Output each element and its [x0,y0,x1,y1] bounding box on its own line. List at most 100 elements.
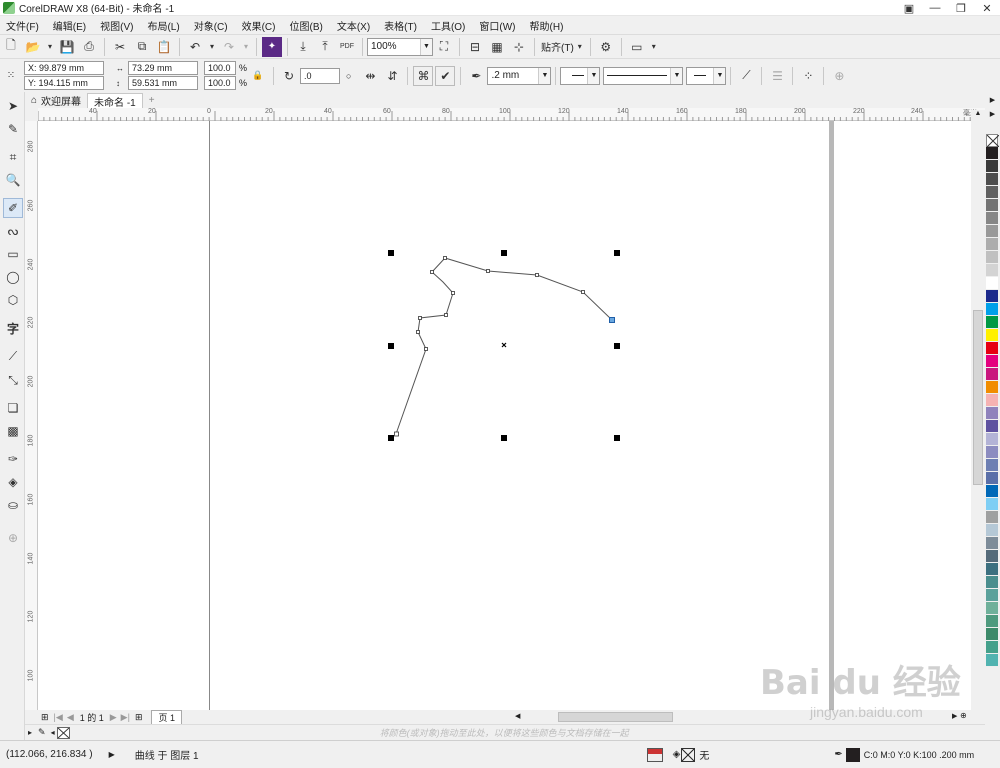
page-tab[interactable]: 页 1 [151,710,182,725]
snap-dropdown-icon[interactable]: ▾ [575,37,585,57]
menu-text[interactable]: 文本(X) [337,18,370,33]
outline-width-combo[interactable]: .2 mm ▼ [487,66,552,85]
curve-node[interactable] [451,291,455,295]
curve-node[interactable] [416,330,420,334]
palette-swatch[interactable] [986,368,998,381]
curve-node[interactable] [444,313,448,317]
palette-swatch[interactable] [986,264,998,277]
palette-swatch[interactable] [986,602,998,615]
add-page-before-icon[interactable]: ⊞ [41,712,49,723]
menu-file[interactable]: 文件(F) [6,18,39,33]
end-arrowhead-combo[interactable]: ▼ [686,66,727,85]
palette-swatch[interactable] [986,420,998,433]
menu-table[interactable]: 表格(T) [384,18,417,33]
y-position-field[interactable]: Y: 194.115 mm [24,76,104,90]
close-curve-icon[interactable]: ⟋ [736,66,756,86]
color-proof-icon[interactable] [646,747,663,762]
palette-swatch[interactable] [986,394,998,407]
selection-handle[interactable] [501,250,507,256]
expand-arrow-icon[interactable]: ▸ [28,728,32,737]
eyedropper-tool-icon[interactable]: ✑ [3,449,23,469]
scrollbar-thumb[interactable] [558,712,673,722]
open-icon[interactable]: 📂 [23,37,43,57]
menu-help[interactable]: 帮助(H) [530,18,564,33]
palette-swatch[interactable] [986,446,998,459]
add-page-after-icon[interactable]: ⊞ [135,712,143,723]
transparency-tool-icon[interactable]: ▩ [3,421,23,441]
palette-swatch[interactable] [986,316,998,329]
x-position-field[interactable]: X: 99.879 mm [24,61,104,75]
palette-swatch[interactable] [986,212,998,225]
object-origin-icon[interactable]: ⁙ [1,66,21,86]
rectangle-tool-icon[interactable]: ▭ [3,244,23,264]
new-document-icon[interactable]: 🗋 [1,37,21,57]
show-grid-icon[interactable]: ▦ [487,37,507,57]
smart-fill-tool-icon[interactable]: ⛀ [3,495,23,515]
rotate-icon[interactable]: ↻ [279,66,299,86]
palette-swatch[interactable] [986,589,998,602]
curve-node[interactable] [443,256,447,260]
scrollbar-thumb[interactable] [973,310,983,485]
curve-node[interactable] [430,270,434,274]
scale-y-field[interactable]: 100.0 [204,76,236,90]
palette-swatch[interactable] [986,160,998,173]
palette-swatch[interactable] [986,251,998,264]
maximize-button[interactable]: ❐ [948,0,974,16]
dropdown-arrow-icon[interactable]: ◂ [51,728,55,737]
menu-bitmaps[interactable]: 位图(B) [289,18,322,33]
palette-swatch[interactable] [986,147,998,160]
selection-handle[interactable] [388,250,394,256]
connector-tool-icon[interactable]: ⤡ [3,370,23,390]
artistic-media-tool-icon[interactable]: ᔓ [3,221,23,241]
palette-swatch[interactable] [986,459,998,472]
expand-right-icon[interactable]: ▶ [985,110,1000,118]
palette-swatch[interactable] [986,537,998,550]
shape-tool-icon[interactable]: ✎ [3,119,23,139]
scale-x-field[interactable]: 100.0 [204,61,236,75]
palette-swatch[interactable] [986,472,998,485]
height-field[interactable]: 59.531 mm [128,76,198,90]
selection-handle[interactable] [388,343,394,349]
mirror-horizontal-icon[interactable]: ⇹ [360,66,380,86]
no-color-swatch[interactable] [56,726,70,739]
parallel-dimension-tool-icon[interactable]: ⟋ [3,346,23,366]
undo-icon[interactable]: ↶ [185,37,205,57]
prev-page-icon[interactable]: ◀ [67,712,74,723]
quick-customize-icon[interactable]: ⁘ [798,66,818,86]
menu-window[interactable]: 窗口(W) [479,18,515,33]
account-icon[interactable]: ▣ [896,0,922,16]
palette-swatch[interactable] [986,511,998,524]
menu-effects[interactable]: 效果(C) [242,18,276,33]
paste-icon[interactable]: 📋 [154,37,174,57]
lock-ratio-icon[interactable]: 🔒 [248,66,268,86]
curve-node[interactable] [486,269,490,273]
dropdown-arrow-icon[interactable]: ▾ [45,37,55,57]
palette-swatch[interactable] [986,329,998,342]
selection-handle[interactable] [501,435,507,441]
menu-object[interactable]: 对象(C) [194,18,228,33]
zoom-tool-icon[interactable]: 🔍 [3,170,23,190]
palette-swatch[interactable] [986,433,998,446]
curve-node[interactable] [535,273,539,277]
drawing-canvas[interactable] [38,121,985,710]
tab-welcome-screen[interactable]: ⌂ 欢迎屏幕 [25,93,87,108]
add-tab-button[interactable]: + [143,93,161,108]
selection-handle[interactable] [614,343,620,349]
import-icon[interactable]: ⤓ [293,37,313,57]
palette-swatch[interactable] [986,173,998,186]
rotation-angle-field[interactable]: .0 [300,67,341,84]
palette-swatch[interactable] [986,524,998,537]
palette-swatch[interactable] [986,498,998,511]
palette-swatch[interactable] [986,576,998,589]
expand-status-icon[interactable]: ▶ [109,750,115,759]
show-rulers-icon[interactable]: ⊟ [465,37,485,57]
palette-swatch[interactable] [986,407,998,420]
palette-swatch[interactable] [986,641,998,654]
menu-view[interactable]: 视图(V) [100,18,133,33]
launcher-dropdown-icon[interactable]: ▾ [649,37,659,57]
drop-shadow-tool-icon[interactable]: ❏ [3,398,23,418]
palette-swatch[interactable] [986,303,998,316]
last-page-icon[interactable]: ▶| [121,712,130,723]
next-page-icon[interactable]: ▶ [110,712,117,723]
minimize-button[interactable]: — [922,0,948,16]
